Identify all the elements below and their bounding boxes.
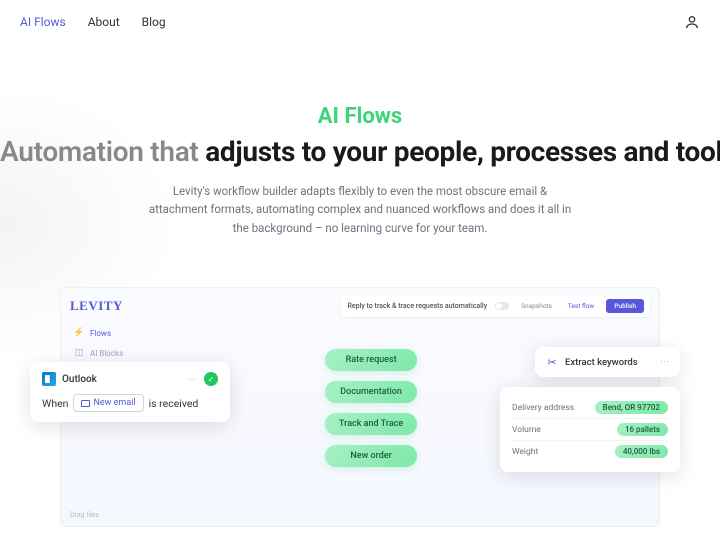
toolbar-title: Reply to track & trace requests automati… — [347, 302, 487, 310]
outlook-menu-icon[interactable]: ⋯ — [187, 374, 198, 385]
hero-title-main: Automation that adjusts to your people, … — [0, 135, 720, 168]
nav-link-about[interactable]: About — [88, 15, 120, 29]
new-email-chip[interactable]: New email — [73, 394, 143, 412]
nav-links: AI Flows About Blog — [20, 15, 166, 29]
toolbar-testflow[interactable]: Test flow — [564, 300, 598, 312]
field-label-address: Delivery address — [512, 403, 574, 413]
hero-section: AI Flows Automation that adjusts to your… — [0, 44, 720, 267]
hero-title-green: AI Flows — [0, 104, 720, 129]
outlook-body: When New email is received — [42, 394, 218, 412]
outlook-icon — [42, 372, 56, 386]
hero-title-bold: adjusts to your people, processes and to… — [205, 135, 720, 168]
toolbar-snapshots[interactable]: Snapshots — [517, 300, 556, 312]
nav-link-aiflows[interactable]: AI Flows — [20, 15, 66, 29]
extract-card[interactable]: ✂ Extract keywords ⋯ — [535, 347, 680, 377]
publish-button[interactable]: Publish — [606, 299, 644, 313]
top-nav: AI Flows About Blog — [0, 0, 720, 44]
blocks-icon: ◫ — [74, 348, 84, 358]
field-value-address: Bend, OR 97702 — [595, 401, 668, 414]
chip-rate-request[interactable]: Rate request — [325, 349, 417, 371]
field-row-volume: Volume 16 pallets — [512, 418, 668, 440]
check-icon: ✓ — [204, 372, 218, 386]
chip-documentation[interactable]: Documentation — [325, 381, 417, 403]
field-value-volume: 16 pallets — [617, 423, 668, 436]
levity-logo: LEVITY — [70, 298, 123, 314]
field-label-weight: Weight — [512, 447, 538, 457]
extract-menu-icon[interactable]: ⋯ — [660, 357, 670, 367]
chip-track-trace[interactable]: Track and Trace — [325, 413, 417, 435]
field-value-weight: 40,000 lbs — [615, 445, 668, 458]
category-chips: Rate request Documentation Track and Tra… — [325, 349, 417, 467]
hero-subtitle: Levity's workflow builder adapts flexibl… — [145, 182, 575, 237]
field-row-address: Delivery address Bend, OR 97702 — [512, 397, 668, 418]
new-email-label: New email — [93, 398, 135, 408]
extract-icon: ✂ — [545, 355, 559, 369]
outlook-received: is received — [149, 397, 199, 410]
field-row-weight: Weight 40,000 lbs — [512, 440, 668, 462]
toolbar: Reply to track & trace requests automati… — [341, 295, 650, 317]
sidebar-blocks-label: AI Blocks — [90, 349, 123, 358]
mail-icon — [81, 400, 90, 407]
outlook-when: When — [42, 397, 68, 410]
sidebar-item-blocks[interactable]: ◫ AI Blocks — [70, 343, 150, 363]
fields-card: Delivery address Bend, OR 97702 Volume 1… — [500, 387, 680, 472]
chip-new-order[interactable]: New order — [325, 445, 417, 467]
footer-tag: Drag files — [70, 511, 99, 519]
user-icon[interactable] — [684, 14, 700, 30]
product-sidebar: ⚡ Flows ◫ AI Blocks — [70, 323, 150, 363]
extract-title: Extract keywords — [565, 357, 638, 368]
hero-title-light: Automation that — [0, 135, 205, 168]
sidebar-flows-label: Flows — [90, 329, 111, 338]
field-label-volume: Volume — [512, 425, 541, 435]
nav-link-blog[interactable]: Blog — [142, 15, 166, 29]
flows-icon: ⚡ — [74, 328, 84, 338]
product-header: LEVITY Reply to track & trace requests a… — [70, 295, 650, 317]
sidebar-item-flows[interactable]: ⚡ Flows — [70, 323, 150, 343]
product-screenshot: LEVITY Reply to track & trace requests a… — [60, 287, 660, 527]
outlook-card[interactable]: Outlook ⋯ ✓ When New email is received — [30, 362, 230, 422]
toolbar-toggle[interactable] — [495, 302, 509, 310]
outlook-title: Outlook — [62, 374, 97, 385]
outlook-header: Outlook ⋯ ✓ — [42, 372, 218, 386]
